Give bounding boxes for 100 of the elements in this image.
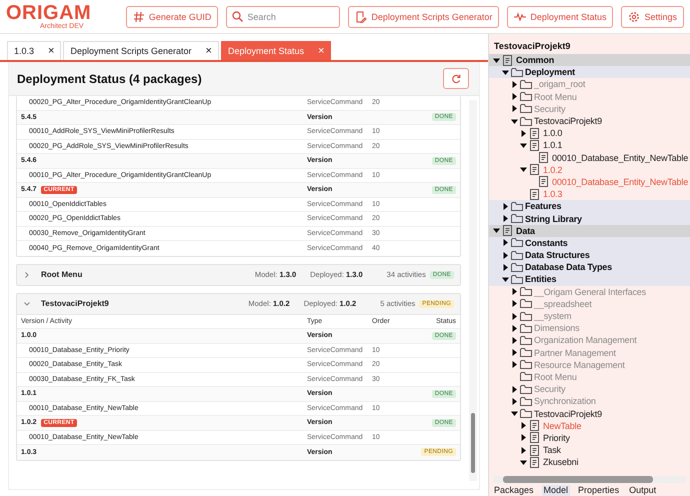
tree-item-label: Zkusebni [543,457,578,468]
folder-icon [520,103,532,114]
tree-item-label: Partner Management [534,348,616,358]
folder-icon [520,116,532,127]
tree-item[interactable]: Data [489,224,690,237]
tree-item-label: Root Menu [534,92,577,102]
close-icon[interactable]: × [206,45,212,57]
tree-item[interactable]: 1.0.1 [489,139,690,152]
tree-item-label: Entities [525,274,556,284]
tree-item-label: String Library [525,214,582,224]
folder-icon [520,371,532,382]
folder-icon [511,262,523,273]
folder-icon [520,334,532,346]
tree-item[interactable]: 00010_Database_Entity_NewTable [489,152,690,164]
toolbar-button[interactable]: Deployment Scripts Generator [348,6,500,28]
tab[interactable]: Model [542,485,570,496]
tab[interactable]: Packages [492,485,536,496]
settings-icon [628,10,640,22]
document-icon [529,164,541,176]
tree-item-label: TestovaciProjekt9 [534,408,602,419]
horizontal-scrollbar[interactable] [493,476,686,483]
toolbar-button[interactable]: Settings [621,6,684,28]
tree-item-label: Task [543,445,561,456]
folder-icon [520,347,532,358]
tree-item-label: Dimensions [534,323,580,334]
folder-icon [511,213,523,224]
tree-item[interactable]: Data Structures [489,249,690,262]
tree-item[interactable]: Task [489,444,690,456]
tree-item[interactable]: Deployment [489,66,690,78]
tab-label[interactable]: Deployment Scripts Generator [70,46,192,56]
search-field[interactable]: Search [226,6,340,28]
tree-item-label: Common [516,55,554,66]
pulse-icon [514,10,526,22]
tree-item-label: __spreadsheet [534,298,592,309]
tree-item-label: 00010_Database_Entity_NewTable [552,152,688,163]
tree-item-label: _origam_root [534,79,586,90]
tree-item[interactable]: 1.0.0 [489,127,690,140]
vertical-scrollbar[interactable] [469,100,477,481]
tree-item[interactable]: Features [489,200,690,212]
tab[interactable]: Deployment Scripts Generator × [63,41,219,60]
folder-icon [520,298,532,310]
tree-item-label: Security [534,104,566,114]
tree-item-label: Resource Management [534,360,625,370]
tree-item-label: __system [534,311,572,322]
package-name: Root Menu [41,270,82,279]
tree-item-label: Deployment [525,67,576,78]
tree-item-label: 1.0.2 [543,164,562,175]
toolbar-button[interactable]: Deployment Status [507,6,614,28]
folder-icon [511,274,523,285]
tree-item-label: Organization Management [534,335,637,346]
tree-item[interactable]: String Library [489,212,690,225]
document-icon [538,176,550,188]
tree-item[interactable]: Common [489,54,690,66]
document-icon [538,152,550,164]
project-title: TestovaciProjekt9 [493,40,572,53]
tree-item-label: Features [525,201,562,212]
folder-icon [511,66,523,78]
tree-item-label: Constants [525,238,568,248]
tree-item-label: Priority [543,432,570,443]
hash-icon [132,10,145,22]
folder-icon [520,396,532,407]
tree-item[interactable]: Zkusebni [489,456,690,468]
close-icon[interactable]: × [48,45,54,57]
tab-label[interactable]: 1.0.3 [14,46,34,56]
refresh-icon [451,74,461,84]
panel-title: Deployment Status (4 packages) [17,72,202,86]
tree-item[interactable]: TestovaciProjekt9 [489,114,690,128]
toolbar-button[interactable]: Generate GUID [126,6,218,28]
tree-item-label: NewTable [543,420,582,431]
folder-icon [520,359,532,370]
folder-icon [511,237,523,248]
tree-item[interactable]: Constants [489,236,690,249]
document-icon [529,432,541,444]
tree-item-label: TestovaciProjekt9 [534,116,602,126]
tab[interactable]: Properties [576,485,622,496]
tree-item-label: Data [516,226,535,236]
tab[interactable]: Output [627,485,658,496]
tree-item-label: __Origam General Interfaces [534,286,646,297]
folder-icon [520,78,532,90]
document-icon [529,140,541,151]
folder-icon [520,91,532,102]
tree-item-label: 00010_Database_Entity_NewTable [552,176,688,187]
search-icon [232,10,244,22]
refresh-button[interactable] [443,68,469,89]
folder-icon [520,322,532,334]
tab[interactable]: 1.0.3 × [7,41,62,60]
tree-item-label: 1.0.3 [543,189,562,200]
tree-item[interactable]: Priority [489,432,690,444]
tree-item[interactable]: TestovaciProjekt9 [489,407,690,420]
tree-item-label: Data Structures [525,250,590,260]
document-icon [502,54,514,66]
tree-item-label: 1.0.1 [543,140,562,150]
tree-item[interactable]: Entities [489,273,690,286]
document-icon [529,188,541,200]
document-icon [502,225,514,236]
folder-icon [520,408,532,420]
package-name: TestovaciProjekt9 [41,299,109,308]
tree-item[interactable]: Database Data Types [489,261,690,274]
document-icon [529,420,541,432]
tree-item-label: Database Data Types [525,262,612,272]
